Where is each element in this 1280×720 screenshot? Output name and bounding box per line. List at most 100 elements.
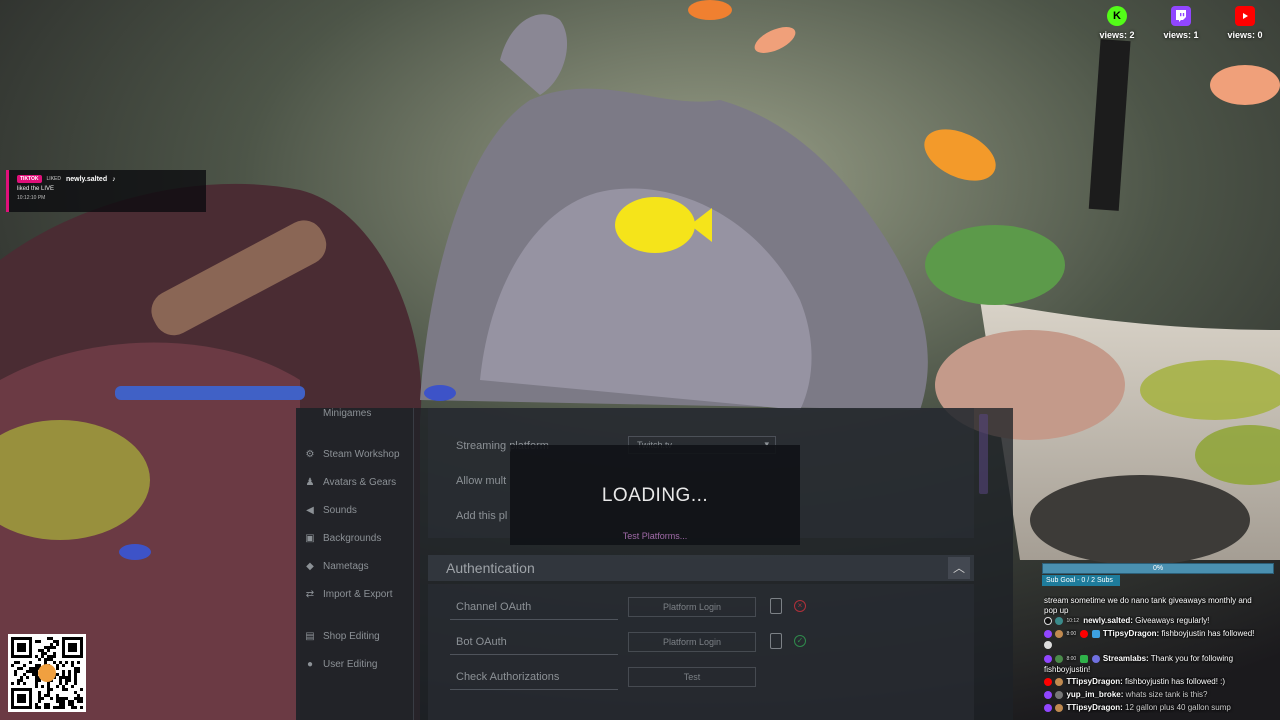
qr-module [53,640,56,643]
bot-platform-login-button[interactable]: Platform Login [628,632,756,652]
qr-module [62,673,65,676]
verified-badge-icon [1080,655,1089,663]
tiktok-icon [1044,617,1052,625]
qr-module [74,676,77,679]
qr-module [29,670,32,673]
sidebar-item-label: Sounds [323,505,357,516]
qr-module [59,679,62,682]
sidebar-item-backgrounds[interactable]: ▣ Backgrounds [304,533,381,544]
test-button[interactable]: Test [628,667,756,687]
clipboard-icon[interactable] [770,598,782,614]
qr-module [38,658,41,661]
sidebar-item-shop-editing[interactable]: ▤ Shop Editing [304,631,380,642]
tag-icon: ◆ [306,560,314,572]
alert-liked-tag: LIKED [46,176,61,182]
chat-text: 12 gallon plus 40 gallon sump [1125,703,1231,712]
sidebar-item-label: Nametags [323,561,369,572]
moderator-badge-icon [1091,630,1100,638]
alert-username: newly.salted [65,175,108,183]
qr-module [74,697,77,700]
qr-module [68,673,71,676]
bot-oauth-input[interactable] [450,654,618,655]
qr-module [77,667,80,670]
steam-icon: ⚙ [305,448,315,460]
qr-module [74,667,77,670]
qr-module [35,670,38,673]
qr-module [74,673,77,676]
sidebar-item-label: Backgrounds [323,533,382,544]
qr-module [80,688,83,691]
twitch-icon [1044,655,1052,663]
chat-text: whats size tank is this? [1125,690,1208,699]
qr-logo-icon [38,664,56,682]
avatar [1055,703,1064,712]
sidebar-item-nametags[interactable]: ◆ Nametags [304,560,369,572]
qr-module [50,688,53,691]
clipboard-icon[interactable] [770,633,782,649]
chat-username: TTipsyDragon: [1102,629,1160,639]
sidebar-item-label: Shop Editing [323,631,380,642]
qr-module [35,676,38,679]
channel-platform-login-button[interactable]: Platform Login [628,597,756,617]
qr-code[interactable] [8,634,86,712]
scrollbar[interactable] [979,414,988,494]
qr-module [44,703,47,706]
qr-module [50,637,53,640]
qr-module [20,676,23,679]
qr-module [62,703,65,706]
qr-module [44,694,47,697]
qr-module [50,655,53,658]
qr-module [74,706,77,709]
qr-module [47,685,50,688]
qr-module [35,682,38,685]
qr-module [59,703,62,706]
qr-module [56,643,59,646]
twitch-icon [1044,690,1052,699]
qr-module [62,697,65,700]
qr-module [50,643,53,646]
tiktok-badge: TIKTOK [17,175,42,183]
channel-oauth-input[interactable] [450,619,618,620]
qr-module [38,649,41,652]
qr-module [56,697,59,700]
chat-message: yup_im_broke: whats size tank is this? [1044,690,1276,700]
authentication-title: Authentication [446,560,535,576]
kick-views-label: views: 2 [1099,30,1135,40]
qr-module [41,697,44,700]
qr-finder-pattern [68,643,77,652]
tiktok-icon: ♪ [112,175,116,183]
qr-module [20,679,23,682]
kick-views: K views: 2 [1096,6,1138,40]
qr-module [74,682,77,685]
sidebar-item-avatars[interactable]: ♟ Avatars & Gears [304,477,397,488]
authentication-header[interactable]: Authentication ︿ [428,555,974,581]
chevron-up-icon[interactable]: ︿ [948,557,970,579]
twitch-icon [1044,630,1052,638]
youtube-icon [1235,6,1255,26]
status-error-icon: × [794,600,806,612]
qr-module [68,700,71,703]
sidebar-item-minigames[interactable]: Minigames [304,408,371,419]
sidebar-item-steam-workshop[interactable]: ⚙ Steam Workshop [304,449,400,460]
sidebar-item-import-export[interactable]: ⇄ Import & Export [304,589,393,600]
chat-text: Giveaways regularly! [1135,616,1210,626]
qr-module [62,688,65,691]
qr-module [53,706,56,709]
qr-module [62,700,65,703]
qr-module [56,667,59,670]
sidebar-item-sounds[interactable]: ◀ Sounds [304,505,357,516]
qr-module [65,661,68,664]
qr-module [65,688,68,691]
qr-module [44,652,47,655]
view-counters: K views: 2 views: 1 views: 0 [1096,6,1266,40]
speaker-icon: ◀ [306,504,314,516]
avatar [1055,630,1064,638]
twitch-icon [1171,6,1191,26]
sidebar-item-user-editing[interactable]: ● User Editing [304,659,378,670]
qr-module [77,700,80,703]
qr-module [35,703,38,706]
gamepad-icon [304,409,316,419]
qr-module [68,679,71,682]
chat-message: fishboyjustin! [1044,665,1276,675]
chat-text: pop up [1044,606,1069,615]
